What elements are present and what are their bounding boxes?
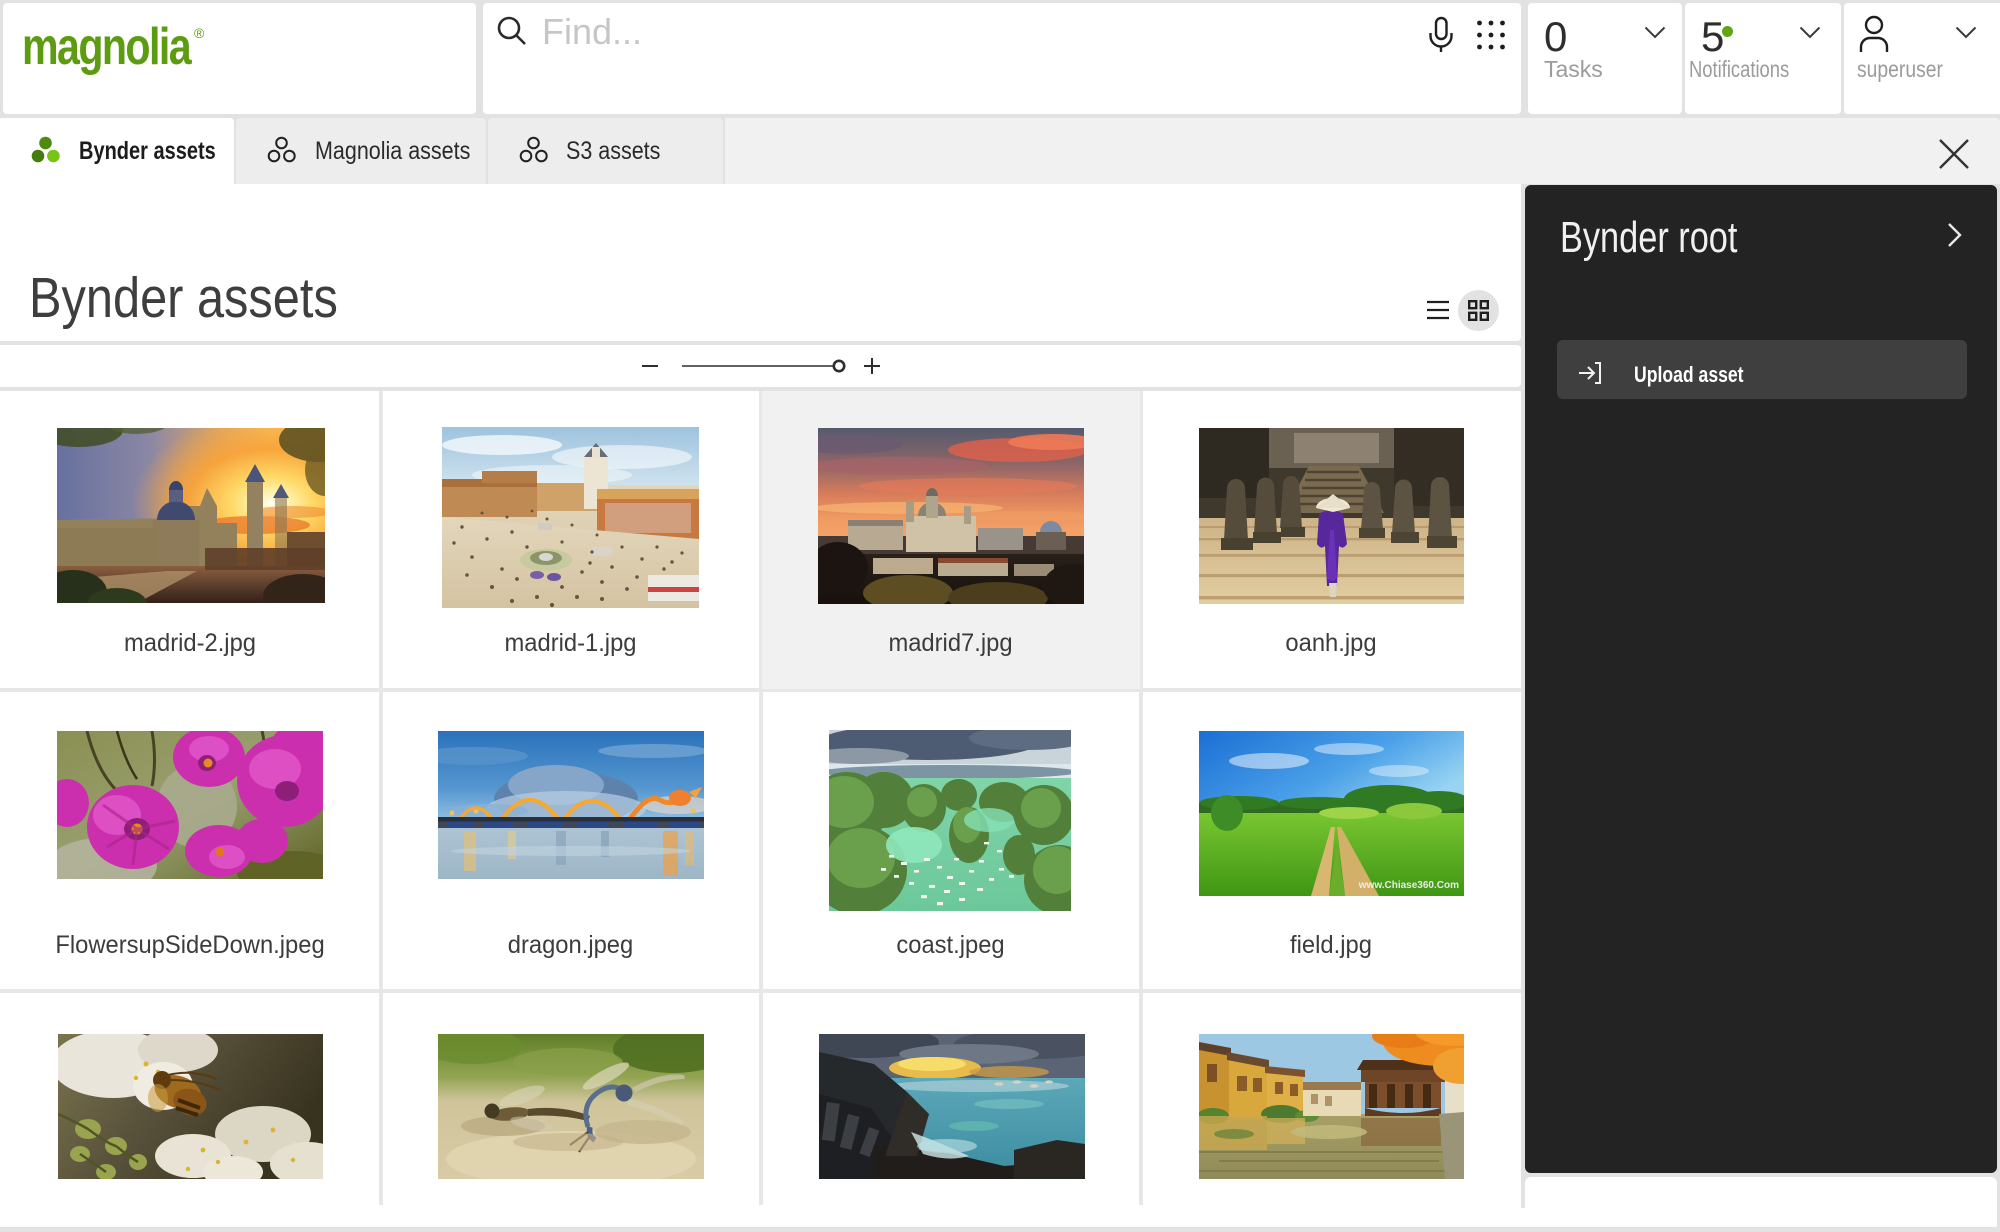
svg-text:www.Chiase360.Com: www.Chiase360.Com	[1358, 880, 1459, 891]
svg-text:magnolia: magnolia	[22, 18, 192, 76]
svg-text:®: ®	[194, 25, 205, 41]
